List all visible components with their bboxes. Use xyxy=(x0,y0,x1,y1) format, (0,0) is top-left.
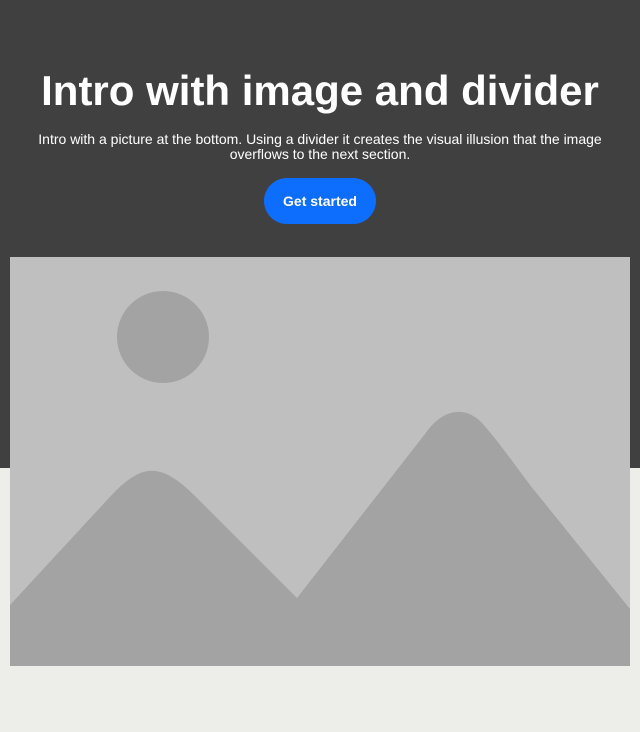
get-started-button[interactable]: Get started xyxy=(264,178,376,224)
hero-subtitle: Intro with a picture at the bottom. Usin… xyxy=(38,131,602,162)
placeholder-sun xyxy=(117,291,209,383)
intro-section: Intro with image and divider Intro with … xyxy=(0,0,640,732)
hero-title: Intro with image and divider xyxy=(41,67,599,114)
image-placeholder-icon xyxy=(10,257,630,666)
